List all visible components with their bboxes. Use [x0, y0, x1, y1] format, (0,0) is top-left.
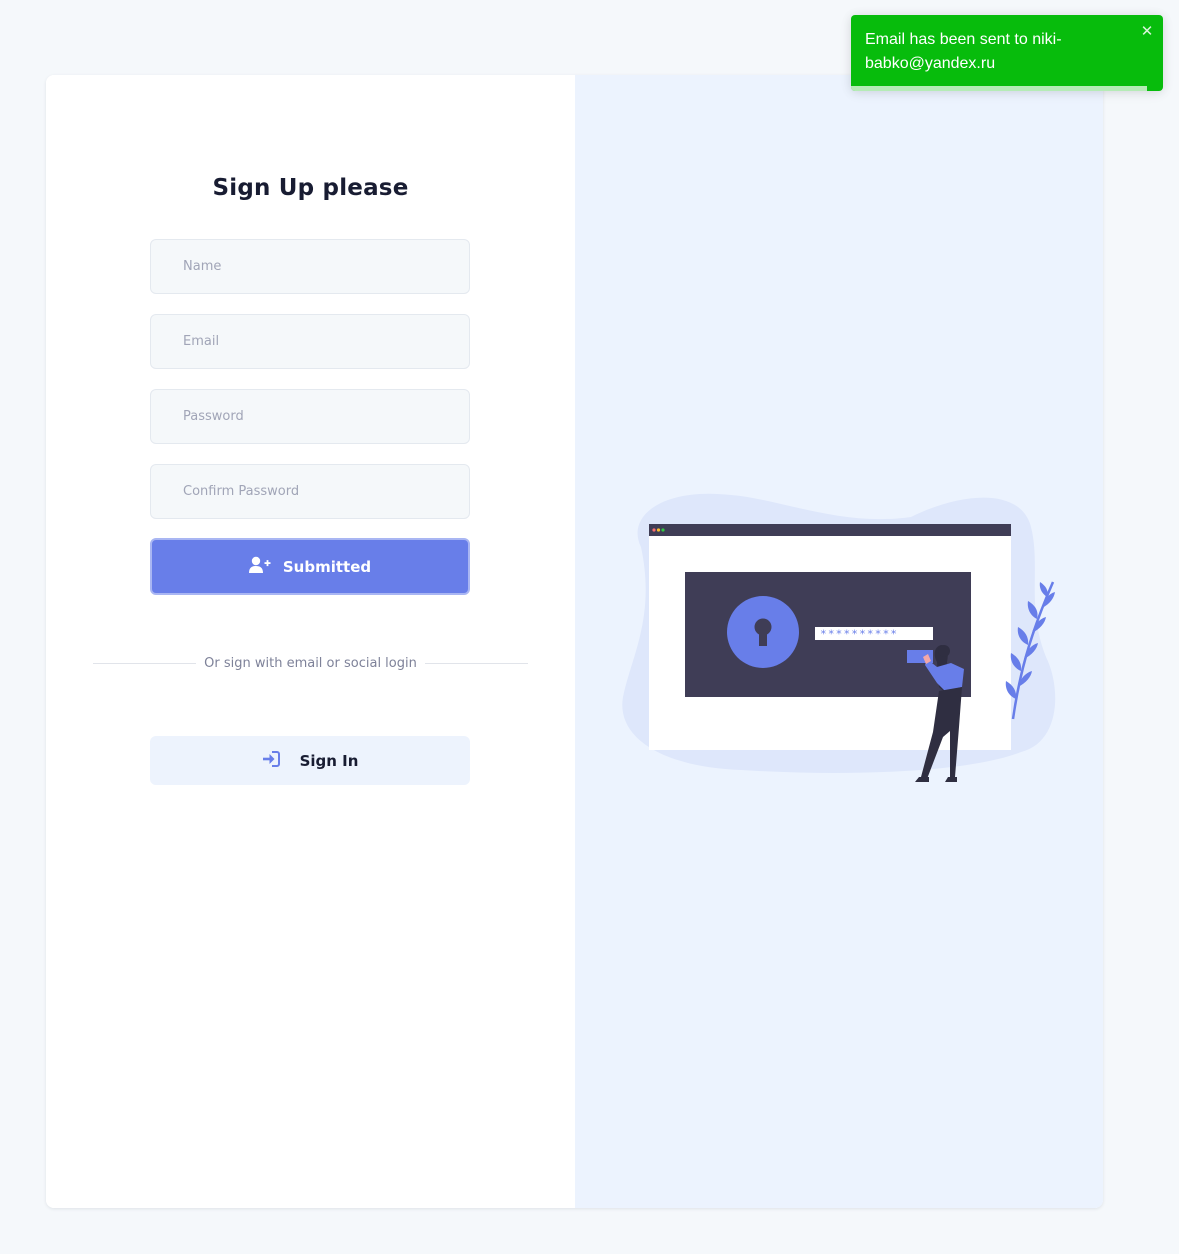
email-input[interactable] [150, 314, 470, 369]
sign-in-icon [262, 750, 280, 771]
submit-button[interactable]: Submitted [150, 538, 470, 595]
close-icon[interactable]: ✕ [1139, 21, 1155, 41]
window-dot-yellow [656, 528, 661, 532]
window-dot-green [661, 528, 665, 532]
sign-in-button-label: Sign In [299, 751, 359, 770]
name-input[interactable] [150, 239, 470, 294]
page-title: Sign Up please [212, 175, 409, 201]
password-mask-text: ********** [820, 628, 898, 641]
submit-button-label: Submitted [282, 557, 372, 576]
form-panel: Sign Up please Submitted Or sign with em… [46, 75, 575, 1208]
or-divider: Or sign with email or social login [93, 653, 528, 673]
divider-line-right [424, 662, 528, 664]
window-dot-red [652, 528, 656, 532]
signup-card: Sign Up please Submitted Or sign with em… [46, 75, 1103, 1208]
toast-progress-bar [851, 86, 1148, 91]
illustration-panel: ********** [575, 75, 1103, 1208]
login-illustration: ********** [622, 493, 1056, 782]
divider-text: Or sign with email or social login [204, 655, 417, 671]
toast-notification: Email has been sent to niki-babko@yandex… [851, 15, 1163, 91]
browser-titlebar [649, 524, 1011, 536]
password-input[interactable] [150, 389, 470, 444]
user-plus-icon [248, 556, 271, 578]
keyhole-stem [759, 627, 767, 646]
divider-line-left [93, 662, 197, 664]
toast-message: Email has been sent to niki-babko@yandex… [865, 31, 1062, 72]
sign-in-button[interactable]: Sign In [150, 736, 470, 785]
confirm-password-input[interactable] [150, 464, 470, 519]
